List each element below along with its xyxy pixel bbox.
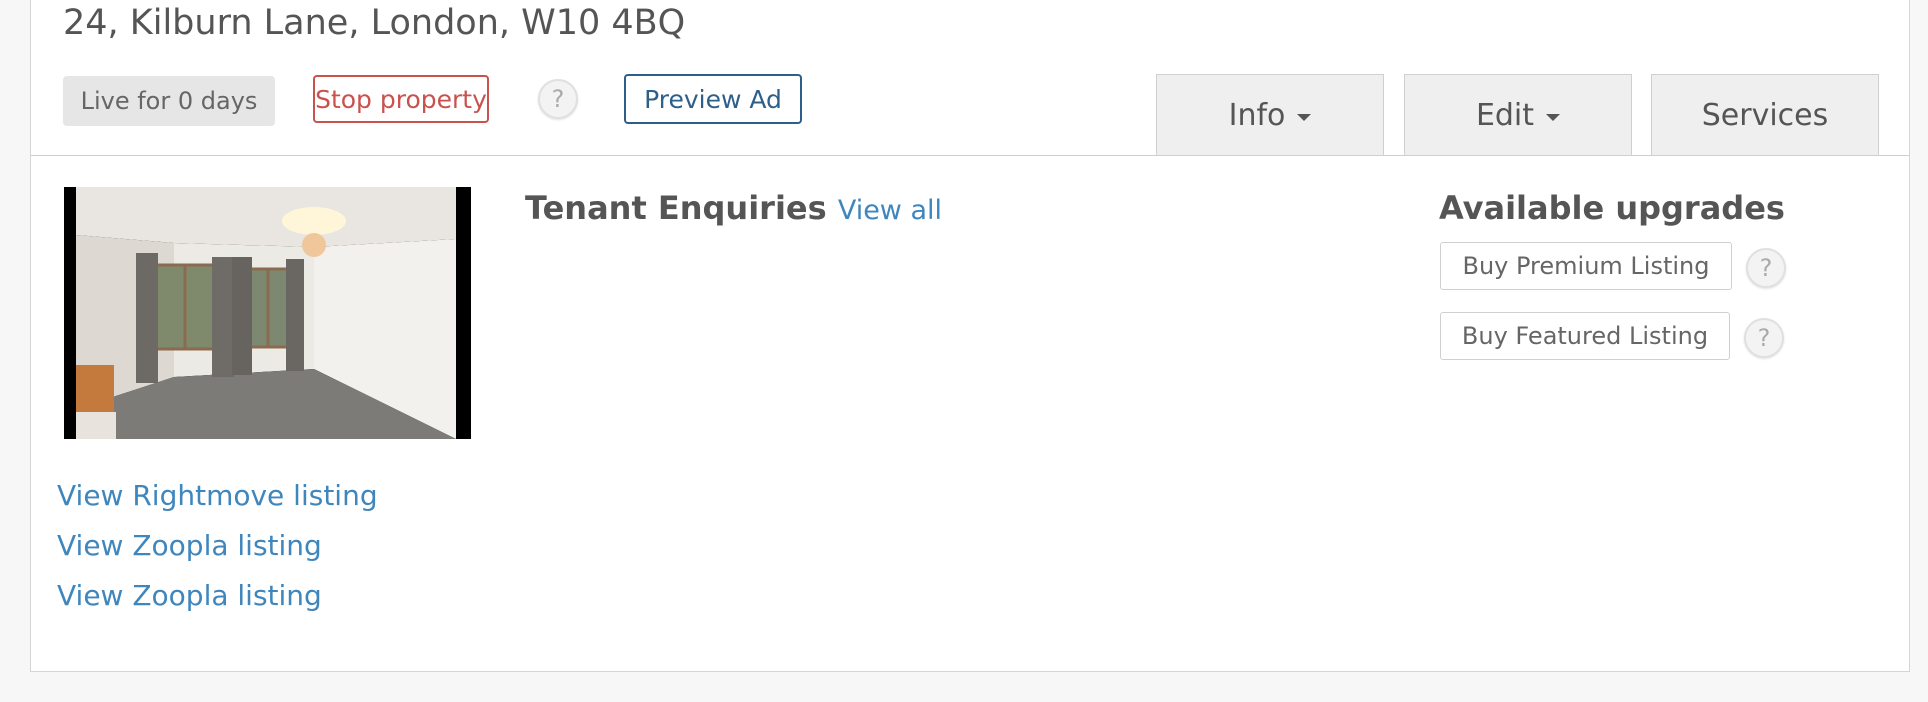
help-icon[interactable]: ? [1744, 318, 1784, 358]
tab-edit[interactable]: Edit [1404, 74, 1632, 155]
buy-premium-listing-button[interactable]: Buy Premium Listing [1440, 242, 1732, 290]
help-icon[interactable]: ? [1746, 248, 1786, 288]
view-zoopla-link[interactable]: View Zoopla listing [57, 529, 322, 562]
preview-ad-button[interactable]: Preview Ad [624, 74, 802, 124]
view-zoopla-link[interactable]: View Zoopla listing [57, 579, 322, 612]
caret-down-icon [1546, 113, 1561, 121]
live-status-badge: Live for 0 days [63, 76, 275, 126]
view-rightmove-link[interactable]: View Rightmove listing [57, 479, 378, 512]
stop-property-button[interactable]: Stop property [313, 75, 489, 123]
help-icon[interactable]: ? [538, 79, 578, 119]
caret-down-icon [1297, 113, 1312, 121]
tab-edit-label: Edit [1475, 97, 1535, 133]
property-header: 24, Kilburn Lane, London, W10 4BQ Live f… [31, 0, 1909, 156]
tab-info-label: Info [1228, 97, 1286, 133]
property-card: 24, Kilburn Lane, London, W10 4BQ Live f… [30, 0, 1910, 672]
view-all-enquiries-link[interactable]: View all [838, 195, 942, 226]
tenant-enquiries-title: Tenant Enquiries [525, 189, 827, 227]
tab-info[interactable]: Info [1156, 74, 1384, 155]
room-photo-image [64, 187, 471, 439]
tenant-enquiries-section: Tenant Enquiries View all [525, 189, 942, 227]
property-address: 24, Kilburn Lane, London, W10 4BQ [63, 3, 686, 43]
tab-services-label: Services [1701, 97, 1829, 133]
available-upgrades-title: Available upgrades [1439, 189, 1785, 227]
buy-featured-listing-button[interactable]: Buy Featured Listing [1440, 312, 1730, 360]
property-photo[interactable] [64, 187, 471, 439]
tab-services[interactable]: Services [1651, 74, 1879, 155]
